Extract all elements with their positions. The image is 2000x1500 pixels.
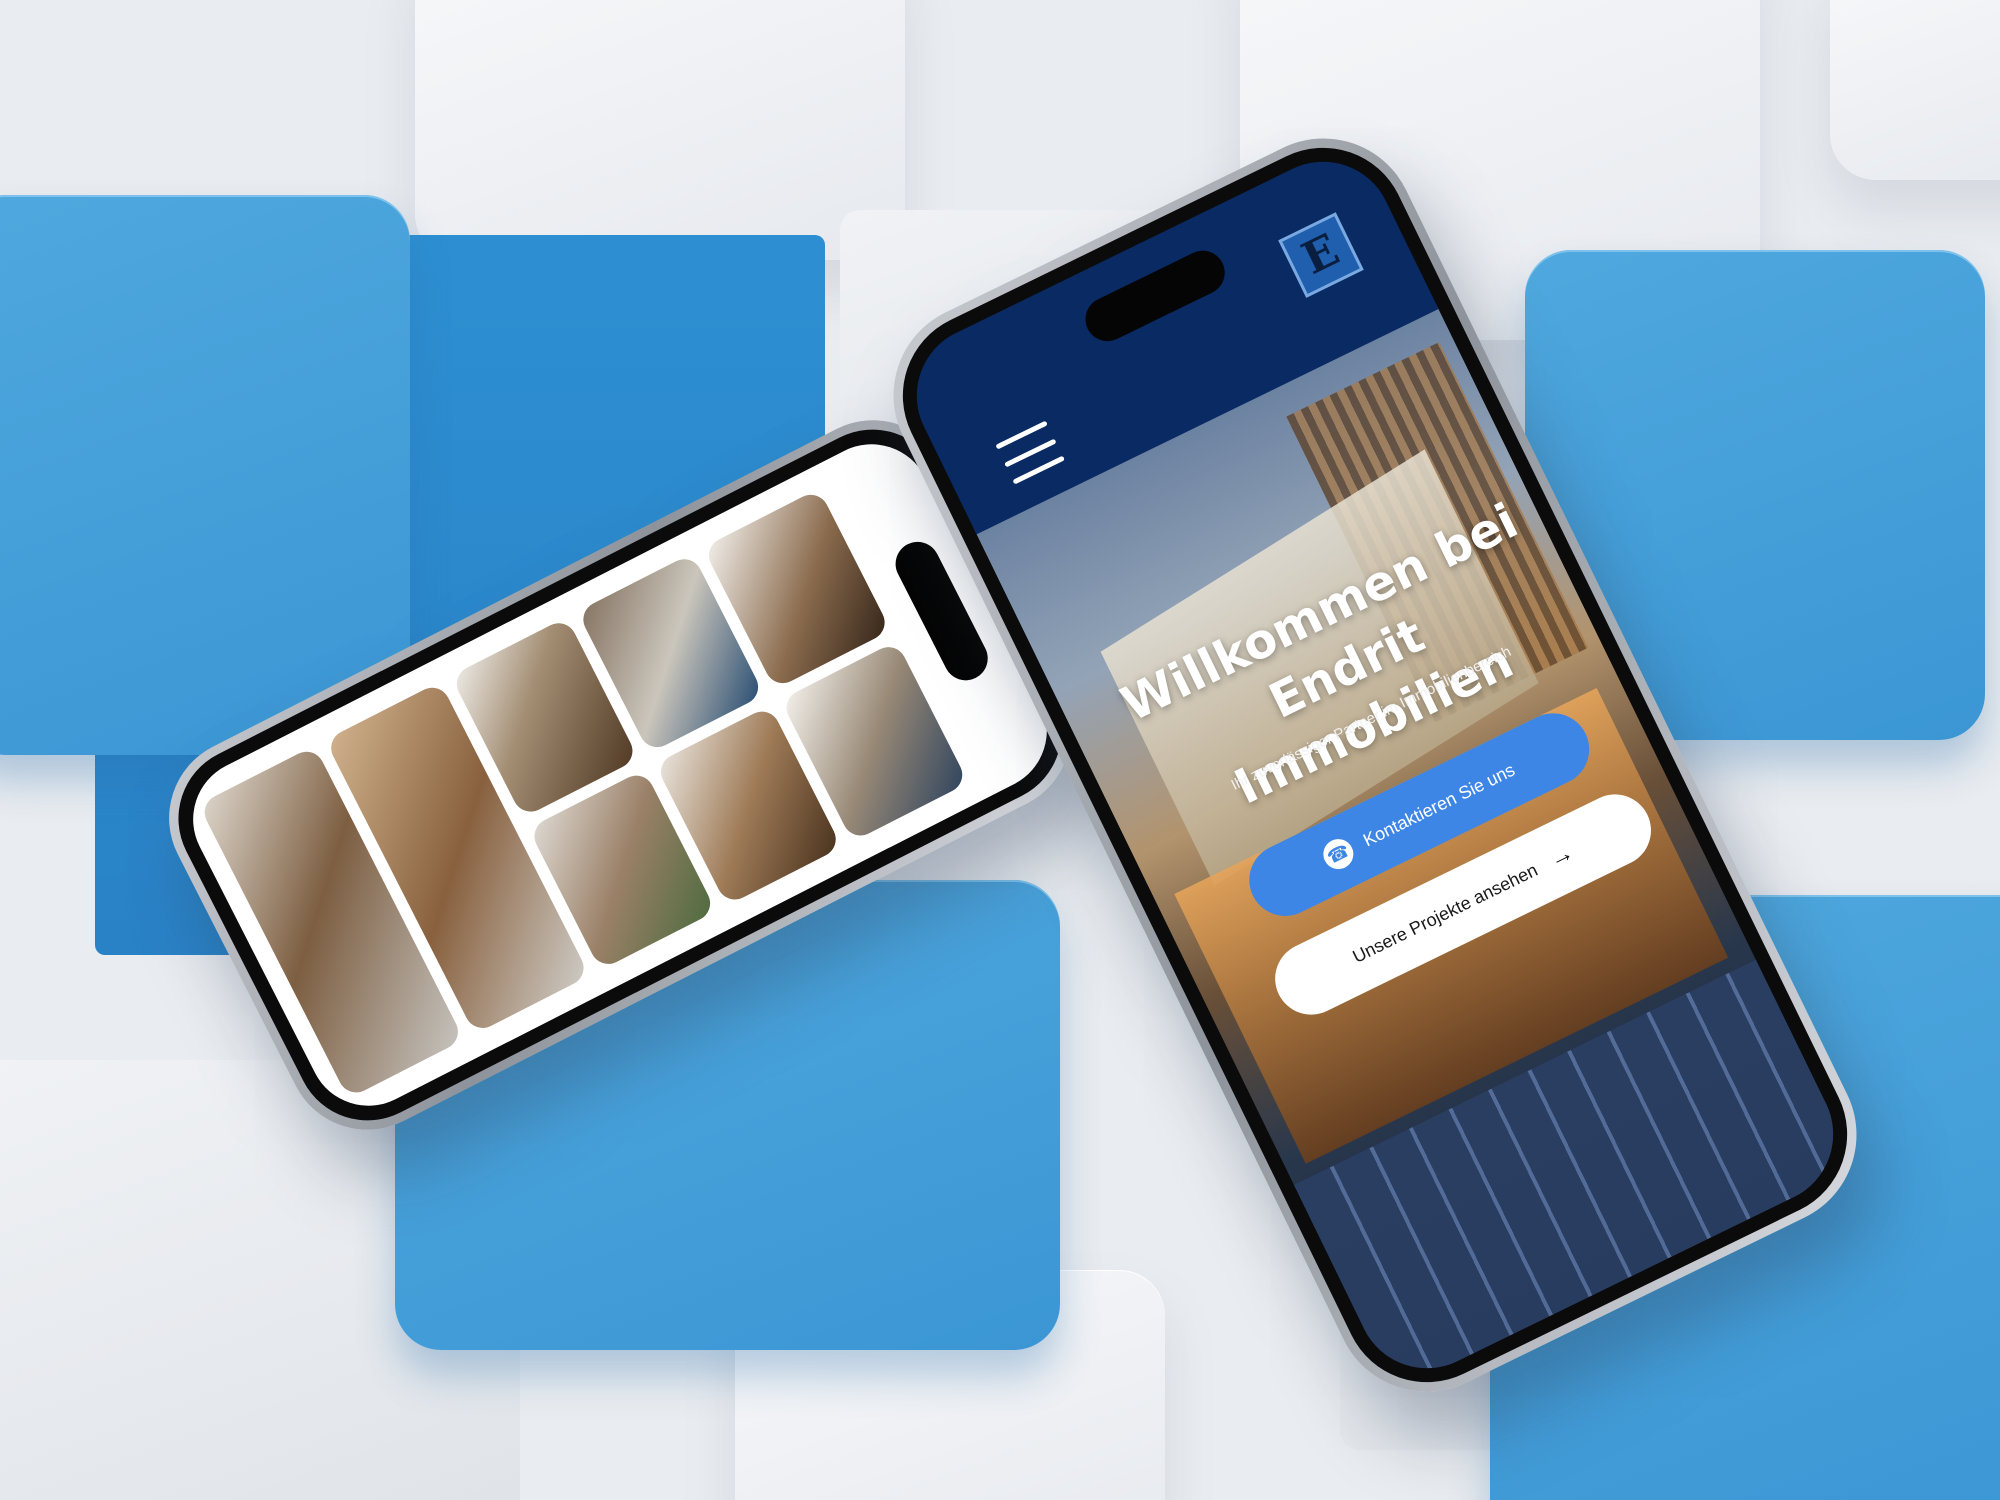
mockup-scene: E Willkommen bei Endrit Immobilien Ihr z… <box>0 0 2000 1500</box>
brand-logo[interactable]: E <box>1278 212 1364 298</box>
bg-tile <box>1830 0 2000 180</box>
bg-tile <box>415 0 905 260</box>
phone-icon: ☎ <box>1318 834 1359 875</box>
hamburger-icon[interactable] <box>995 420 1065 485</box>
arrow-right-icon: → <box>1544 838 1579 874</box>
bg-tile-blue <box>0 195 410 755</box>
